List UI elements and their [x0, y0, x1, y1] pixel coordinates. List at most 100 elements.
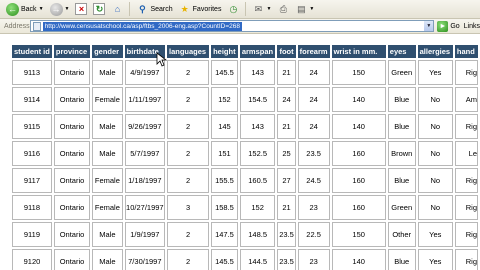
table-row: 9115 Ontario Male 9/26/1997 2 145 143 21 24 140 Bl…: [12, 114, 478, 139]
table-cell: 160: [331, 195, 386, 220]
table-cell: 148.5: [239, 222, 276, 247]
search-label: Search: [150, 5, 173, 13]
go-button[interactable]: ► Go: [437, 20, 460, 32]
table-cell: 145.5: [211, 60, 238, 85]
search-button[interactable]: ⚲ Search: [134, 1, 174, 17]
column-header: height: [211, 45, 238, 58]
table-cell: No: [417, 168, 453, 193]
table-cell: 9114: [12, 87, 52, 112]
table-row: 9118 Ontario Female 10/27/1997 3 158.5 152 21 23…: [12, 195, 478, 220]
chevron-down-icon[interactable]: ▼: [39, 6, 44, 12]
address-input[interactable]: http://www.censusatschool.ca/asp/ftbs_20…: [29, 20, 435, 32]
table-cell: 23.5: [297, 141, 330, 166]
table-cell: 9119: [12, 222, 52, 247]
table-cell: 2: [166, 249, 210, 270]
table-row: 9114 Ontario Female 1/11/1997 2 152 154.5 24 24 1…: [12, 87, 478, 112]
search-icon: ⚲: [139, 3, 146, 14]
table-cell: 24: [297, 60, 330, 85]
column-header: languages: [166, 45, 210, 58]
chevron-down-icon[interactable]: ▼: [424, 21, 434, 31]
table-cell: Rig: [454, 60, 478, 85]
table-cell: 25: [277, 141, 296, 166]
table-cell: 23.5: [277, 249, 296, 270]
column-header: foot: [277, 45, 296, 58]
table-cell: 1/18/1997: [124, 168, 165, 193]
table-cell: Blue: [387, 249, 416, 270]
table-cell: 24: [297, 87, 330, 112]
column-header: allergies: [417, 45, 453, 58]
table-cell: 1/9/1997: [124, 222, 165, 247]
chevron-down-icon[interactable]: ▼: [266, 6, 271, 12]
table-cell: 150: [331, 60, 386, 85]
column-header: province: [53, 45, 91, 58]
table-cell: 24: [277, 87, 296, 112]
table-cell: No: [417, 114, 453, 139]
edit-button[interactable]: ▤ ▼: [293, 1, 316, 17]
print-button[interactable]: ⎙: [275, 1, 291, 17]
go-label: Go: [450, 22, 460, 30]
mail-button[interactable]: ✉ ▼: [250, 1, 273, 17]
table-cell: Ontario: [53, 195, 91, 220]
table-cell: Green: [387, 60, 416, 85]
table-cell: 9/26/1997: [124, 114, 165, 139]
table-cell: 21: [277, 60, 296, 85]
table-cell: No: [417, 87, 453, 112]
table-cell: Ontario: [53, 168, 91, 193]
table-row: 9119 Ontario Male 1/9/1997 2 147.5 148.5 23.5 22…: [12, 222, 478, 247]
column-header: forearm: [297, 45, 330, 58]
table-cell: 160: [331, 141, 386, 166]
back-button[interactable]: ← Back ▼: [4, 1, 46, 17]
table-cell: 2: [166, 87, 210, 112]
history-button[interactable]: ◷: [225, 1, 241, 17]
table-cell: 3: [166, 195, 210, 220]
table-cell: 27: [277, 168, 296, 193]
chevron-down-icon[interactable]: ▼: [65, 6, 70, 12]
table-cell: Ontario: [53, 141, 91, 166]
table-cell: 23.5: [277, 222, 296, 247]
address-url[interactable]: http://www.censusatschool.ca/asp/ftbs_20…: [42, 21, 242, 31]
back-label: Back: [21, 5, 37, 13]
table-cell: Yes: [417, 222, 453, 247]
table-cell: Ontario: [53, 87, 91, 112]
table-cell: 9113: [12, 60, 52, 85]
table-row: 9120 Ontario Male 7/30/1997 2 145.5 144.5 23.5 2…: [12, 249, 478, 270]
table-cell: Female: [92, 87, 123, 112]
refresh-button[interactable]: ↻: [91, 1, 107, 17]
table-cell: 22.5: [297, 222, 330, 247]
table-cell: 23: [297, 195, 330, 220]
table-cell: Blue: [387, 114, 416, 139]
table-cell: Rig: [454, 168, 478, 193]
table-cell: 152: [239, 195, 276, 220]
table-cell: 9115: [12, 114, 52, 139]
table-cell: 9116: [12, 141, 52, 166]
table-cell: 21: [277, 195, 296, 220]
stop-button[interactable]: ×: [73, 1, 89, 17]
table-row: 9117 Ontario Female 1/18/1997 2 155.5 160.5 27 2…: [12, 168, 478, 193]
table-cell: 24: [297, 114, 330, 139]
data-table: student id province gender birthdate languag…: [10, 43, 480, 270]
table-cell: Male: [92, 141, 123, 166]
table-cell: Blue: [387, 168, 416, 193]
table-cell: 158.5: [211, 195, 238, 220]
links-button[interactable]: Links: [464, 23, 480, 30]
mouse-cursor-icon: [156, 52, 168, 67]
table-cell: Other: [387, 222, 416, 247]
home-button[interactable]: ⌂: [109, 1, 125, 17]
column-header: wrist in mm.: [331, 45, 386, 58]
page-content: student id province gender birthdate languag…: [0, 35, 480, 270]
table-cell: 2: [166, 60, 210, 85]
table-body: 9113 Ontario Male 4/9/1997 2 145.5 143 21 24 150 G…: [12, 60, 478, 270]
address-label: Address: [4, 22, 30, 30]
table-cell: No: [417, 141, 453, 166]
table-cell: 140: [331, 249, 386, 270]
table-cell: 10/27/1997: [124, 195, 165, 220]
table-cell: 144.5: [239, 249, 276, 270]
favorites-button[interactable]: ★ Favorites: [177, 1, 224, 17]
table-cell: Male: [92, 114, 123, 139]
table-cell: 2: [166, 141, 210, 166]
chevron-down-icon[interactable]: ▼: [309, 6, 314, 12]
forward-button[interactable]: → ▼: [48, 1, 72, 17]
table-cell: Male: [92, 60, 123, 85]
column-header: armspan: [239, 45, 276, 58]
table-cell: 150: [331, 222, 386, 247]
